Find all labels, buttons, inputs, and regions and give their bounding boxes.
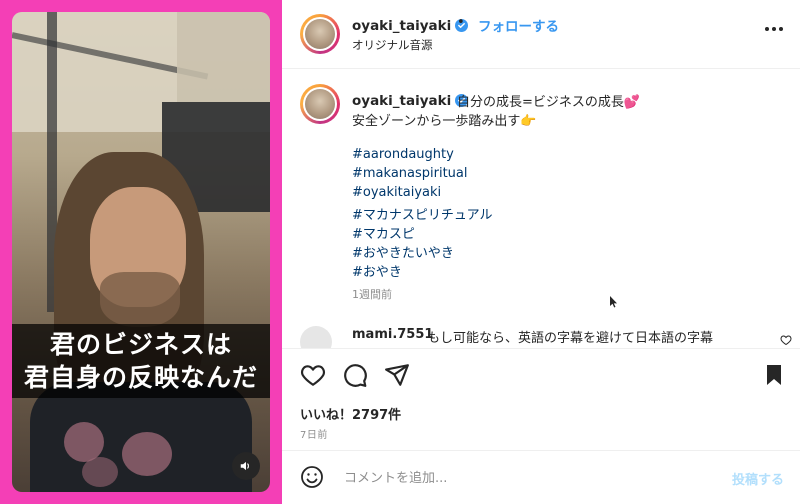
hashtag-link[interactable]: #おやき xyxy=(352,261,402,280)
subtitle-overlay: 君のビジネスは 君自身の反映なんだ xyxy=(12,324,270,398)
shirt-print xyxy=(64,422,104,462)
post-comment-button[interactable]: 投稿する xyxy=(732,469,784,488)
bookmark-icon[interactable] xyxy=(762,362,786,388)
caption-line-1: 自分の成長=ビジネスの成長💕 xyxy=(457,95,641,110)
comment-composer: 投稿する xyxy=(282,451,800,504)
speaker-icon xyxy=(240,461,249,471)
comment-item: mami.7551 もし可能なら、英語の字幕を避けて日本語の字幕 xyxy=(282,320,800,348)
shirt-print xyxy=(122,432,172,476)
author-avatar[interactable] xyxy=(300,14,340,54)
reel-video[interactable]: 君のビジネスは 君自身の反映なんだ xyxy=(12,12,270,492)
action-bar xyxy=(282,358,800,394)
comment-icon[interactable] xyxy=(342,362,368,388)
commenter-username[interactable]: mami.7551 xyxy=(352,327,433,342)
video-frame: 君のビジネスは 君自身の反映なんだ xyxy=(0,0,282,504)
caption-line-2: 安全ゾーンから一歩踏み出す👉 xyxy=(352,114,537,129)
subtitle-line-2: 君自身の反映なんだ xyxy=(23,363,258,392)
follow-button[interactable]: フォローする xyxy=(478,15,559,35)
shirt-print xyxy=(82,457,118,487)
caption: oyaki_taiyaki 自分の成長=ビジネスの成長💕 安全ゾーンから一歩踏み… xyxy=(282,78,800,328)
author-username[interactable]: oyaki_taiyaki xyxy=(352,18,451,34)
comment-text: もし可能なら、英語の字幕を避けて日本語の字幕 xyxy=(427,331,714,346)
separator-dot: • xyxy=(457,15,465,30)
heart-icon[interactable] xyxy=(300,362,326,388)
post-header: oyaki_taiyaki • フォローする オリジナル音源 xyxy=(282,0,800,68)
hashtag-link[interactable]: #oyakitaiyaki xyxy=(352,185,441,200)
caption-avatar[interactable] xyxy=(300,84,340,124)
wall-panel xyxy=(177,12,270,102)
commenter-avatar[interactable] xyxy=(300,326,332,348)
hashtag-link[interactable]: #おやきたいやき xyxy=(352,242,454,261)
caption-username[interactable]: oyaki_taiyaki xyxy=(352,93,451,109)
audio-link[interactable]: オリジナル音源 xyxy=(352,37,433,53)
author-name-group[interactable]: oyaki_taiyaki xyxy=(352,15,469,34)
comment-like-icon[interactable] xyxy=(780,334,792,346)
caption-author-group[interactable]: oyaki_taiyaki xyxy=(352,90,469,109)
avatar-image xyxy=(305,19,335,49)
divider xyxy=(282,68,800,69)
subtitle-line-1: 君のビジネスは xyxy=(49,330,232,359)
hashtag-link[interactable]: #マカナスピリチュアル xyxy=(352,204,493,223)
post-panel: oyaki_taiyaki • フォローする オリジナル音源 oyaki_tai… xyxy=(282,0,800,504)
avatar-image xyxy=(305,89,335,119)
mouse-cursor-icon xyxy=(610,296,617,308)
likes-count[interactable]: いいね！2797件 xyxy=(300,404,401,423)
divider xyxy=(282,348,800,349)
more-horizontal-icon xyxy=(765,27,783,31)
person-beard xyxy=(100,272,180,327)
emoji-icon[interactable] xyxy=(300,465,324,489)
hashtag-link[interactable]: #makanaspiritual xyxy=(352,166,468,181)
sound-toggle-button[interactable] xyxy=(232,452,260,480)
more-options-button[interactable] xyxy=(764,22,784,32)
hashtag-link[interactable]: #マカスピ xyxy=(352,223,415,242)
caption-timestamp: 1週間前 xyxy=(352,288,392,301)
comment-input[interactable] xyxy=(342,465,706,491)
send-icon[interactable] xyxy=(384,362,410,388)
hashtag-link[interactable]: #aarondaughty xyxy=(352,147,454,162)
post-date: 7日前 xyxy=(300,430,328,441)
